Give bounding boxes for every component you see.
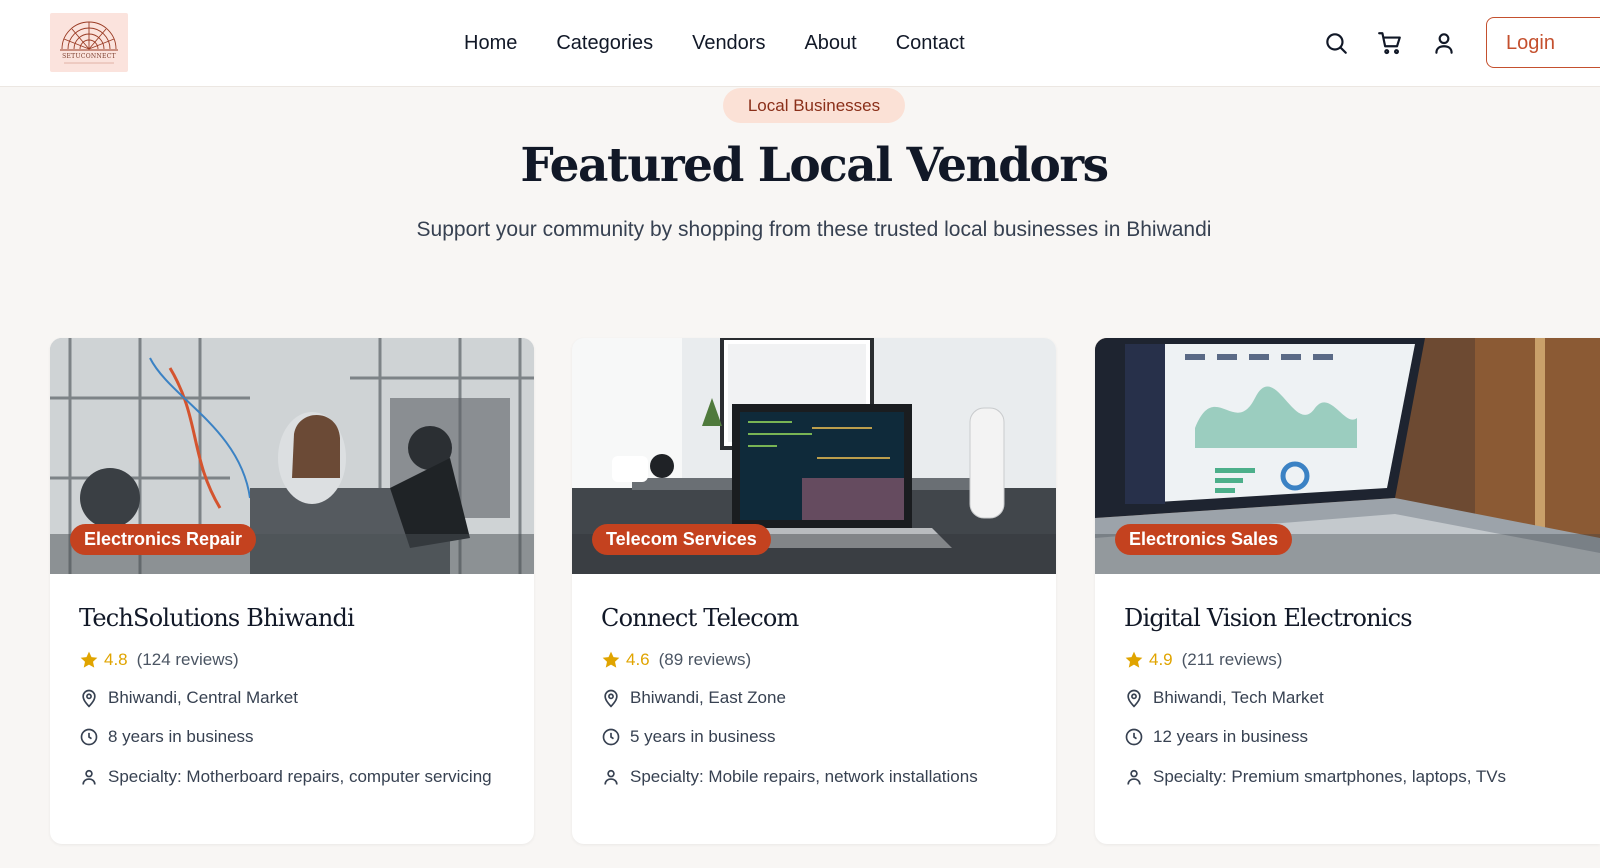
person-icon bbox=[604, 769, 618, 785]
nav-vendors[interactable]: Vendors bbox=[692, 28, 765, 58]
page-title: Featured Local Vendors bbox=[520, 138, 1109, 193]
location-pin-icon bbox=[1127, 689, 1141, 708]
section-pill: Local Businesses bbox=[723, 88, 905, 123]
nav-home[interactable]: Home bbox=[464, 28, 517, 58]
star-icon bbox=[1125, 651, 1143, 668]
vendor-specialty: Specialty: Mobile repairs, network insta… bbox=[601, 765, 1020, 789]
nav-categories[interactable]: Categories bbox=[556, 28, 653, 58]
review-count: (89 reviews) bbox=[658, 650, 752, 669]
site-logo[interactable]: SETUCONNECT bbox=[50, 13, 128, 72]
location-pin-icon bbox=[604, 689, 618, 708]
vendor-name[interactable]: TechSolutions Bhiwandi bbox=[79, 604, 355, 632]
nav-about[interactable]: About bbox=[804, 28, 856, 58]
clock-icon bbox=[80, 728, 98, 746]
category-badge: Electronics Repair bbox=[70, 524, 257, 555]
location-text: Bhiwandi, East Zone bbox=[630, 688, 786, 707]
vendor-specialty: Specialty: Premium smartphones, laptops,… bbox=[1124, 765, 1543, 789]
rating-score: 4.9 bbox=[1149, 650, 1173, 669]
vendor-card[interactable]: Electronics Repair TechSolutions Bhiwand… bbox=[50, 338, 534, 844]
specialty-text: Specialty: Premium smartphones, laptops,… bbox=[1153, 767, 1507, 786]
years-text: 8 years in business bbox=[108, 727, 254, 746]
vendor-rating: 4.6 (89 reviews) bbox=[601, 648, 751, 672]
location-text: Bhiwandi, Central Market bbox=[108, 688, 298, 707]
vendor-years: 5 years in business bbox=[601, 725, 1020, 749]
years-text: 12 years in business bbox=[1153, 727, 1308, 746]
vendor-name[interactable]: Digital Vision Electronics bbox=[1124, 604, 1413, 632]
vendor-specialty: Specialty: Motherboard repairs, computer… bbox=[79, 765, 498, 789]
review-count: (124 reviews) bbox=[136, 650, 239, 669]
review-count: (211 reviews) bbox=[1181, 650, 1283, 669]
specialty-text: Specialty: Motherboard repairs, computer… bbox=[108, 767, 492, 786]
clock-icon bbox=[1125, 728, 1143, 746]
vendor-years: 12 years in business bbox=[1124, 725, 1543, 749]
page-subtitle: Support your community by shopping from … bbox=[416, 218, 1212, 241]
main-nav: Home Categories Vendors About Contact bbox=[464, 28, 965, 58]
clock-icon bbox=[602, 728, 620, 746]
vendor-location: Bhiwandi, Central Market bbox=[79, 686, 498, 710]
vendor-card[interactable]: Electronics Sales Digital Vision Electro… bbox=[1095, 338, 1600, 844]
star-icon bbox=[602, 651, 620, 668]
logo-text: SETUCONNECT bbox=[62, 53, 116, 60]
category-badge: Telecom Services bbox=[592, 524, 771, 555]
star-icon bbox=[80, 651, 98, 668]
user-icon[interactable] bbox=[1431, 30, 1457, 56]
rating-score: 4.8 bbox=[104, 650, 128, 669]
site-header: SETUCONNECT Home Categories Vendors Abou… bbox=[0, 0, 1600, 87]
nav-contact[interactable]: Contact bbox=[896, 28, 965, 58]
category-badge: Electronics Sales bbox=[1115, 524, 1293, 555]
person-icon bbox=[1127, 769, 1141, 785]
location-text: Bhiwandi, Tech Market bbox=[1153, 688, 1324, 707]
vendor-location: Bhiwandi, Tech Market bbox=[1124, 686, 1543, 710]
specialty-text: Specialty: Mobile repairs, network insta… bbox=[630, 767, 978, 786]
vendor-rating: 4.9 (211 reviews) bbox=[1124, 648, 1282, 672]
location-pin-icon bbox=[82, 689, 96, 708]
years-text: 5 years in business bbox=[630, 727, 776, 746]
vendor-name[interactable]: Connect Telecom bbox=[601, 604, 799, 632]
search-icon[interactable] bbox=[1323, 30, 1349, 56]
person-icon bbox=[82, 769, 96, 785]
cart-icon[interactable] bbox=[1377, 30, 1403, 56]
vendor-rating: 4.8 (124 reviews) bbox=[79, 648, 239, 672]
login-button[interactable]: Login bbox=[1486, 17, 1600, 68]
vendor-years: 8 years in business bbox=[79, 725, 498, 749]
vendor-location: Bhiwandi, East Zone bbox=[601, 686, 1020, 710]
vendor-card[interactable]: Telecom Services Connect Telecom 4.6 (89… bbox=[572, 338, 1056, 844]
rating-score: 4.6 bbox=[626, 650, 650, 669]
